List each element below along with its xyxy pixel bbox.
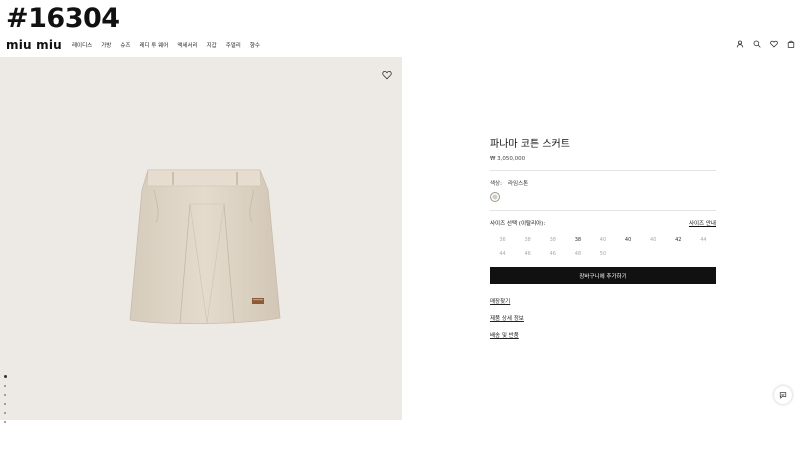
size-option[interactable]: 42 xyxy=(666,237,691,243)
size-option[interactable]: 36 xyxy=(490,237,515,243)
chat-icon xyxy=(779,392,787,399)
heart-icon[interactable] xyxy=(382,65,392,80)
brand-logo[interactable]: miu miu xyxy=(6,38,62,52)
product-price: ₩ 3,050,000 xyxy=(490,156,526,162)
size-option[interactable]: 46 xyxy=(515,251,540,257)
color-swatch[interactable] xyxy=(490,192,500,202)
product-title: 파나마 코튼 스커트 xyxy=(490,139,570,150)
divider xyxy=(490,210,716,211)
watermark-id: #16304 xyxy=(6,3,120,34)
gallery-dot[interactable] xyxy=(4,412,6,414)
search-icon[interactable] xyxy=(752,39,761,48)
size-option[interactable]: 40 xyxy=(590,237,615,243)
size-option[interactable]: 38 xyxy=(515,237,540,243)
bag-icon[interactable] xyxy=(786,39,795,48)
product-image-skirt xyxy=(129,169,281,325)
nav-item-ladies[interactable]: 레이디스 xyxy=(72,41,92,49)
nav-item-bags[interactable]: 가방 xyxy=(101,41,111,49)
shipping-returns-link[interactable]: 배송 및 반품 xyxy=(490,331,716,339)
site-header: miu miu 레이디스 가방 슈즈 레디 투 웨어 액세서리 지갑 주얼리 향… xyxy=(0,36,800,56)
wishlist-icon[interactable] xyxy=(769,39,778,48)
gallery-dot[interactable] xyxy=(4,394,6,396)
main-nav: 레이디스 가방 슈즈 레디 투 웨어 액세서리 지갑 주얼리 향수 xyxy=(72,41,260,49)
size-option[interactable]: 38 xyxy=(565,237,590,243)
account-icon[interactable] xyxy=(735,39,744,48)
color-label: 색상: xyxy=(490,181,502,187)
size-option[interactable]: 48 xyxy=(565,251,590,257)
gallery-dot[interactable] xyxy=(4,403,6,405)
gallery-dot[interactable] xyxy=(4,375,7,378)
divider xyxy=(490,170,716,171)
size-option[interactable]: 44 xyxy=(490,251,515,257)
size-option[interactable]: 46 xyxy=(540,251,565,257)
store-locator-link[interactable]: 매장찾기 xyxy=(490,297,716,305)
size-guide-link[interactable]: 사이즈 안내 xyxy=(689,219,716,227)
size-option[interactable]: 44 xyxy=(691,237,716,243)
add-to-cart-button[interactable]: 장바구니에 추가하기 xyxy=(490,267,716,284)
product-details-link[interactable]: 제품 상세 정보 xyxy=(490,314,716,322)
size-option[interactable]: 38 xyxy=(540,237,565,243)
size-grid: 36 38 38 38 40 40 40 42 44 44 46 46 48 5… xyxy=(490,237,716,257)
gallery-dot[interactable] xyxy=(4,421,6,423)
size-option[interactable]: 40 xyxy=(616,237,641,243)
product-links: 매장찾기 제품 상세 정보 배송 및 반품 xyxy=(490,297,716,339)
header-icons xyxy=(735,39,795,48)
color-row: 색상: 라임스톤 xyxy=(490,179,716,187)
size-header: 사이즈 선택 (이탈리아): 사이즈 안내 xyxy=(490,219,716,227)
gallery-dot[interactable] xyxy=(4,385,6,387)
nav-item-ready-to-wear[interactable]: 레디 투 웨어 xyxy=(140,41,169,49)
product-info: 파나마 코튼 스커트 ₩ 3,050,000 색상: 라임스톤 사이즈 선택 (… xyxy=(490,132,716,339)
nav-item-fragrance[interactable]: 향수 xyxy=(250,41,260,49)
size-option[interactable]: 50 xyxy=(590,251,615,257)
chat-button[interactable] xyxy=(774,386,792,404)
nav-item-accessories[interactable]: 액세서리 xyxy=(177,41,197,49)
size-option[interactable]: 40 xyxy=(641,237,666,243)
size-label: 사이즈 선택 (이탈리아): xyxy=(490,221,546,227)
nav-item-jewelry[interactable]: 주얼리 xyxy=(226,41,241,49)
color-value: 라임스톤 xyxy=(507,181,529,187)
nav-item-wallets[interactable]: 지갑 xyxy=(207,41,217,49)
nav-item-shoes[interactable]: 슈즈 xyxy=(120,41,130,49)
gallery-dots xyxy=(4,375,7,423)
